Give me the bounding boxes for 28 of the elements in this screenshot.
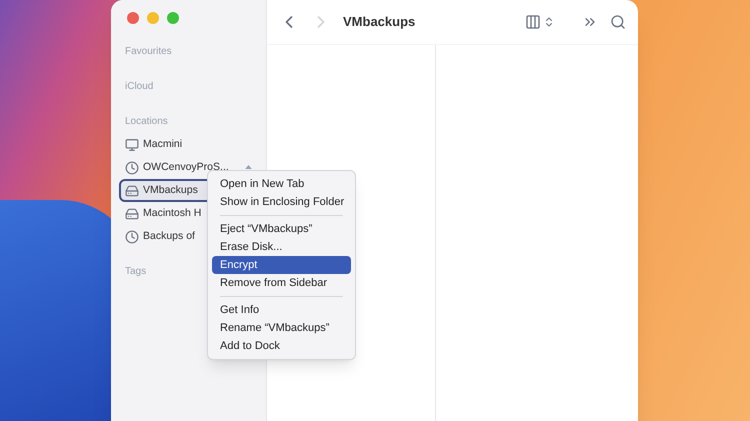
clock-icon bbox=[125, 160, 139, 174]
sidebar-item[interactable]: Macmini bbox=[119, 133, 258, 156]
search-icon[interactable] bbox=[610, 14, 626, 30]
item-label: VMbackups bbox=[143, 182, 198, 198]
view-button[interactable] bbox=[525, 14, 555, 30]
menu-item[interactable]: Rename “VMbackups” bbox=[212, 319, 351, 337]
menu-item[interactable]: Remove from Sidebar bbox=[212, 274, 351, 292]
menu-item[interactable]: Add to Dock bbox=[212, 337, 351, 355]
item-label: OWCenvoyProS... bbox=[143, 160, 229, 175]
section-heading: Favourites bbox=[124, 45, 172, 59]
menu-item[interactable]: Encrypt bbox=[212, 256, 351, 274]
minimize-button[interactable] bbox=[147, 12, 159, 24]
updown-icon bbox=[543, 16, 555, 28]
menu-item[interactable]: Get Info bbox=[212, 301, 351, 319]
close-button[interactable] bbox=[127, 12, 139, 24]
menu-item[interactable]: Erase Disk... bbox=[212, 238, 351, 256]
section-heading: iCloud bbox=[124, 80, 154, 94]
menu-item[interactable]: Eject “VMbackups” bbox=[212, 220, 351, 238]
columns-icon bbox=[525, 14, 541, 30]
window-title: VMbackups bbox=[343, 13, 416, 32]
display-icon bbox=[125, 138, 139, 152]
item-label: Macmini bbox=[143, 136, 182, 152]
section-heading: Locations bbox=[124, 115, 168, 129]
item-label: Macintosh H bbox=[143, 206, 202, 221]
item-label: Backups of bbox=[143, 228, 195, 244]
zoom-button[interactable] bbox=[167, 12, 179, 24]
clock-icon bbox=[125, 230, 139, 244]
section-heading: Tags bbox=[124, 265, 146, 279]
